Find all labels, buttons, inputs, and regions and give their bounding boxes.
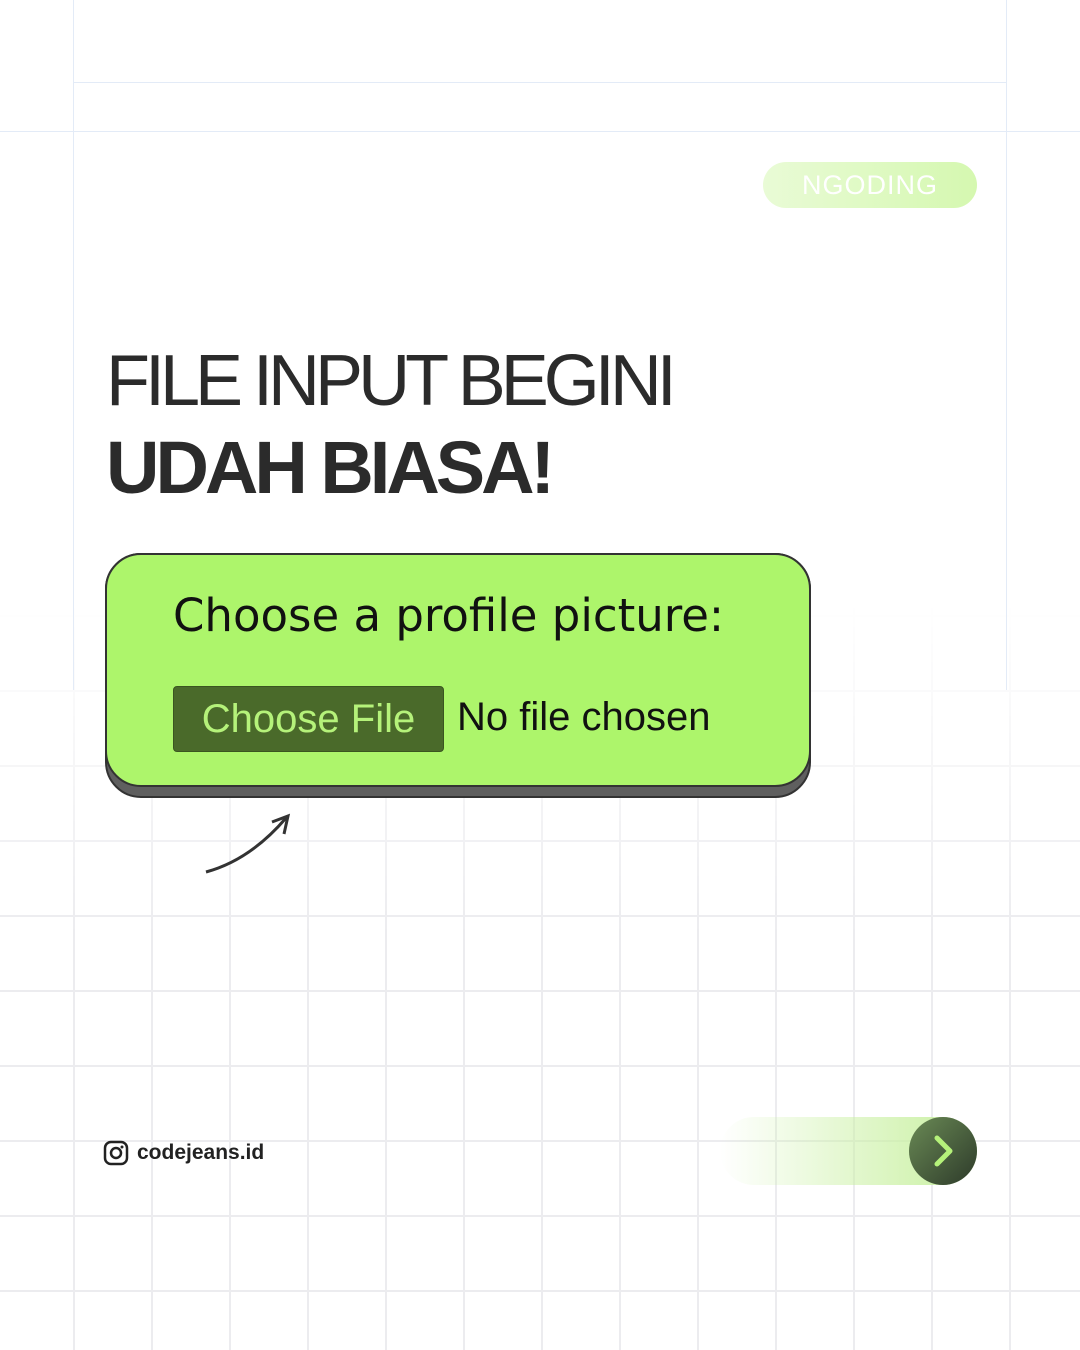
title-line-2: UDAH BIASA! [106,426,555,509]
category-badge: NGODING [763,162,977,208]
arrow-icon [205,813,291,874]
next-circle[interactable] [909,1117,977,1185]
social-handle[interactable]: codejeans.id [103,1140,264,1166]
instagram-icon [103,1140,129,1166]
file-input-label: Choose a profile picture: [173,589,725,642]
title-line-1: FILE INPUT BEGINI [106,341,677,421]
guide-line [73,0,74,690]
chevron-right-icon [934,1135,953,1167]
next-slide-button[interactable] [720,1117,977,1185]
handle-text: codejeans.id [137,1141,265,1164]
guide-line [73,82,1007,83]
guide-line [1006,0,1007,690]
guide-line [0,131,1080,132]
choose-file-button[interactable]: Choose File [173,686,444,752]
file-status-text: No file chosen [457,695,711,739]
file-input-demo-card: Choose a profile picture: Choose File No… [105,553,811,787]
